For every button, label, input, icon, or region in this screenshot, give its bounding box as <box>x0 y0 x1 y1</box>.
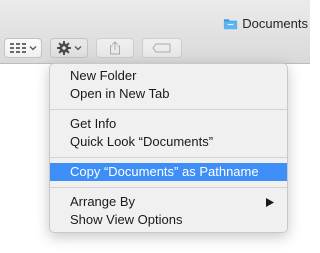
menu-item-label: Show View Options <box>70 212 183 227</box>
menu-separator <box>50 109 287 110</box>
menu-item-label: Get Info <box>70 116 117 131</box>
menu-item-copy-as-pathname[interactable]: Copy “Documents” as Pathname <box>50 163 287 181</box>
tag-icon <box>152 43 171 53</box>
menu-item-label: Copy “Documents” as Pathname <box>70 164 259 179</box>
menu-item-label: Arrange By <box>70 194 136 209</box>
menu-item-get-info[interactable]: Get Info <box>50 115 287 133</box>
chevron-down-icon <box>74 46 81 51</box>
gear-icon <box>56 41 71 55</box>
share-button[interactable] <box>96 38 134 58</box>
menu-item-arrange-by[interactable]: Arrange By <box>50 193 287 211</box>
window-toolbar: Documents <box>0 0 310 64</box>
window-title-text: Documents <box>242 15 308 31</box>
chevron-down-icon <box>29 46 36 51</box>
window-title: Documents <box>223 14 308 32</box>
menu-item-label: Quick Look “Documents” <box>70 134 214 149</box>
menu-item-show-view-options[interactable]: Show View Options <box>50 211 287 229</box>
menu-separator <box>50 157 287 158</box>
folder-icon <box>224 18 238 29</box>
menu-item-quick-look[interactable]: Quick Look “Documents” <box>50 133 287 151</box>
menu-item-new-folder[interactable]: New Folder <box>50 67 287 85</box>
menu-item-open-in-new-tab[interactable]: Open in New Tab <box>50 85 287 103</box>
menu-item-label: New Folder <box>70 68 137 83</box>
tags-button[interactable] <box>142 38 182 58</box>
action-menu-button[interactable] <box>50 38 88 58</box>
menu-separator <box>50 187 287 188</box>
menu-item-label: Open in New Tab <box>70 86 170 101</box>
submenu-arrow-icon <box>266 198 274 207</box>
view-options-button[interactable] <box>4 38 42 58</box>
icon-grid-icon <box>9 43 26 53</box>
share-icon <box>110 41 120 55</box>
action-context-menu: New Folder Open in New Tab Get Info Quic… <box>49 63 288 233</box>
